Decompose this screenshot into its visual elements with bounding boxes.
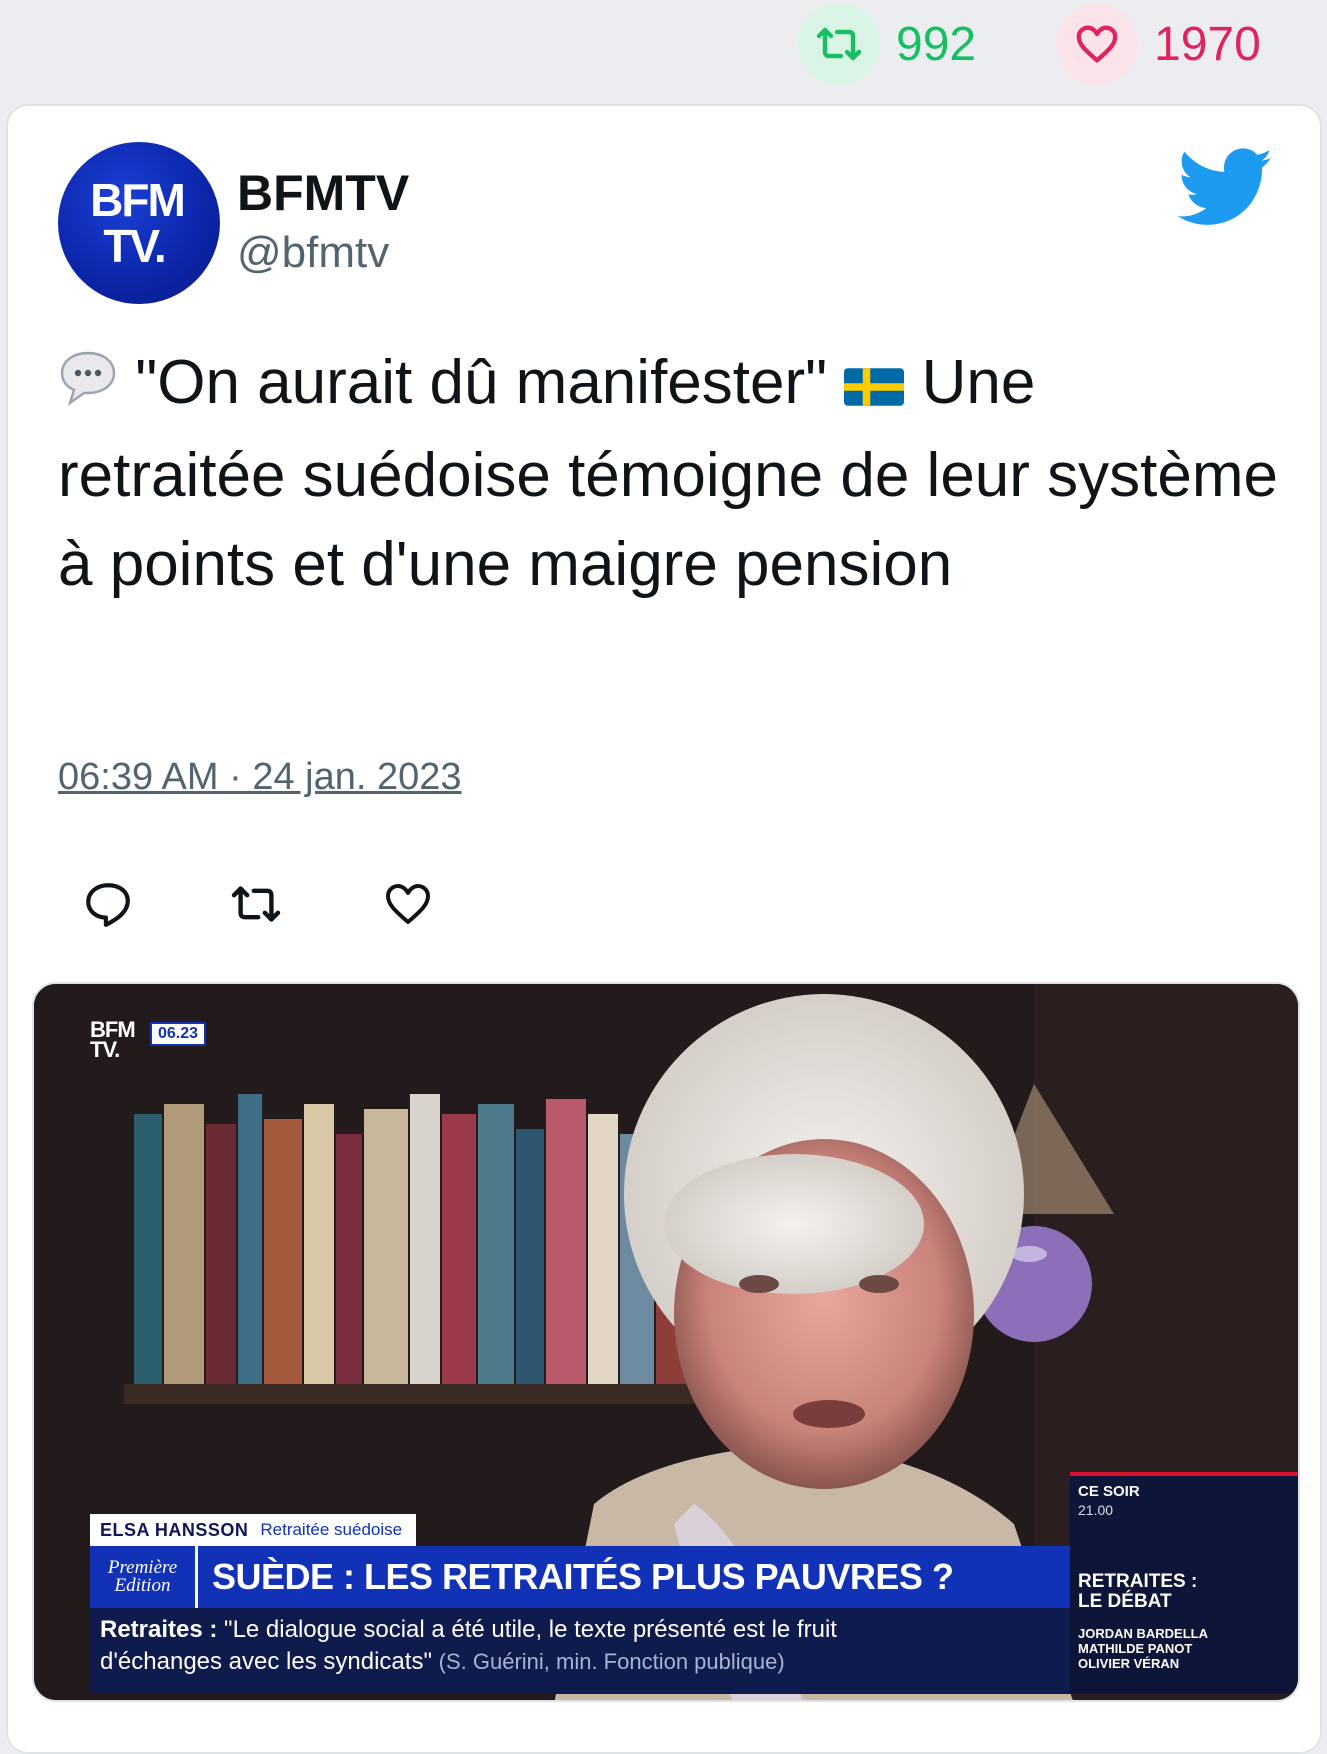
tweet-text: "On aurait dû manifester" Une retraitée … xyxy=(58,338,1278,609)
tweet-card: BFM TV. BFMTV @bfmtv "On aurait dû manif… xyxy=(6,104,1322,1754)
tweet-quote: "On aurait dû manifester" xyxy=(135,348,828,417)
retweet-button[interactable] xyxy=(228,876,284,932)
retweet-stat[interactable]: 992 xyxy=(798,3,977,85)
heart-icon xyxy=(1056,3,1138,85)
ticker-label: Retraites : xyxy=(100,1616,218,1643)
news-ticker: Retraites : "Le dialogue social a été ut… xyxy=(90,1608,1090,1694)
engagement-stats: 992 1970 xyxy=(0,0,1327,96)
like-button[interactable] xyxy=(380,876,436,932)
interviewee-role: Retraitée suédoise xyxy=(260,1520,403,1539)
ticker-text-1: "Le dialogue social a été utile, le text… xyxy=(224,1616,837,1643)
retweet-icon xyxy=(798,3,880,85)
interviewee-name: ELSA HANSSON xyxy=(100,1519,249,1540)
avatar-logo-line2: TV. xyxy=(103,220,166,272)
retweet-count: 992 xyxy=(896,17,977,71)
channel-logo: BFM TV. xyxy=(90,1017,136,1062)
broadcast-clock: 06.23 xyxy=(150,1022,207,1046)
reply-icon xyxy=(86,883,130,927)
promo-time: 21.00 xyxy=(1078,1502,1114,1518)
promo-label: CE SOIR xyxy=(1078,1483,1140,1500)
like-count: 1970 xyxy=(1154,17,1261,71)
side-promo: CE SOIR 21.00 RETRAITES : LE DÉBAT JORDA… xyxy=(1070,1472,1298,1694)
tweet-timestamp[interactable]: 06:39 AM · 24 jan. 2023 xyxy=(58,756,462,799)
heart-icon xyxy=(386,884,430,924)
video-headline: SUÈDE : LES RETRAITÉS PLUS PAUVRES ? xyxy=(212,1556,954,1597)
promo-title: RETRAITES : LE DÉBAT xyxy=(1078,1571,1198,1612)
ticker-text-2: d'échanges avec les syndicats" xyxy=(100,1648,432,1675)
avatar[interactable]: BFM TV. xyxy=(58,142,220,304)
reply-button[interactable] xyxy=(80,876,136,932)
tweet-media-video[interactable]: BFM TV. 06.23 ELSA HANSSON Retraitée sué… xyxy=(32,982,1300,1702)
ticker-source: (S. Guérini, min. Fonction publique) xyxy=(438,1649,785,1674)
author-name[interactable]: BFMTV xyxy=(237,164,409,222)
avatar-logo-line1: BFM xyxy=(90,174,186,226)
author-handle[interactable]: @bfmtv xyxy=(237,228,389,278)
promo-guests: JORDAN BARDELLA MATHILDE PANOT OLIVIER V… xyxy=(1078,1626,1208,1671)
sweden-flag-icon xyxy=(844,342,905,431)
headline-band: Première Edition SUÈDE : LES RETRAITÉS P… xyxy=(90,1546,1090,1608)
speech-bubble-icon xyxy=(58,342,118,431)
lower-third-name: ELSA HANSSON Retraitée suédoise xyxy=(90,1514,417,1546)
twitter-bird-icon[interactable] xyxy=(1178,148,1274,228)
show-logo: Première Edition xyxy=(90,1546,198,1608)
retweet-icon xyxy=(231,886,281,922)
like-stat[interactable]: 1970 xyxy=(1056,3,1261,85)
